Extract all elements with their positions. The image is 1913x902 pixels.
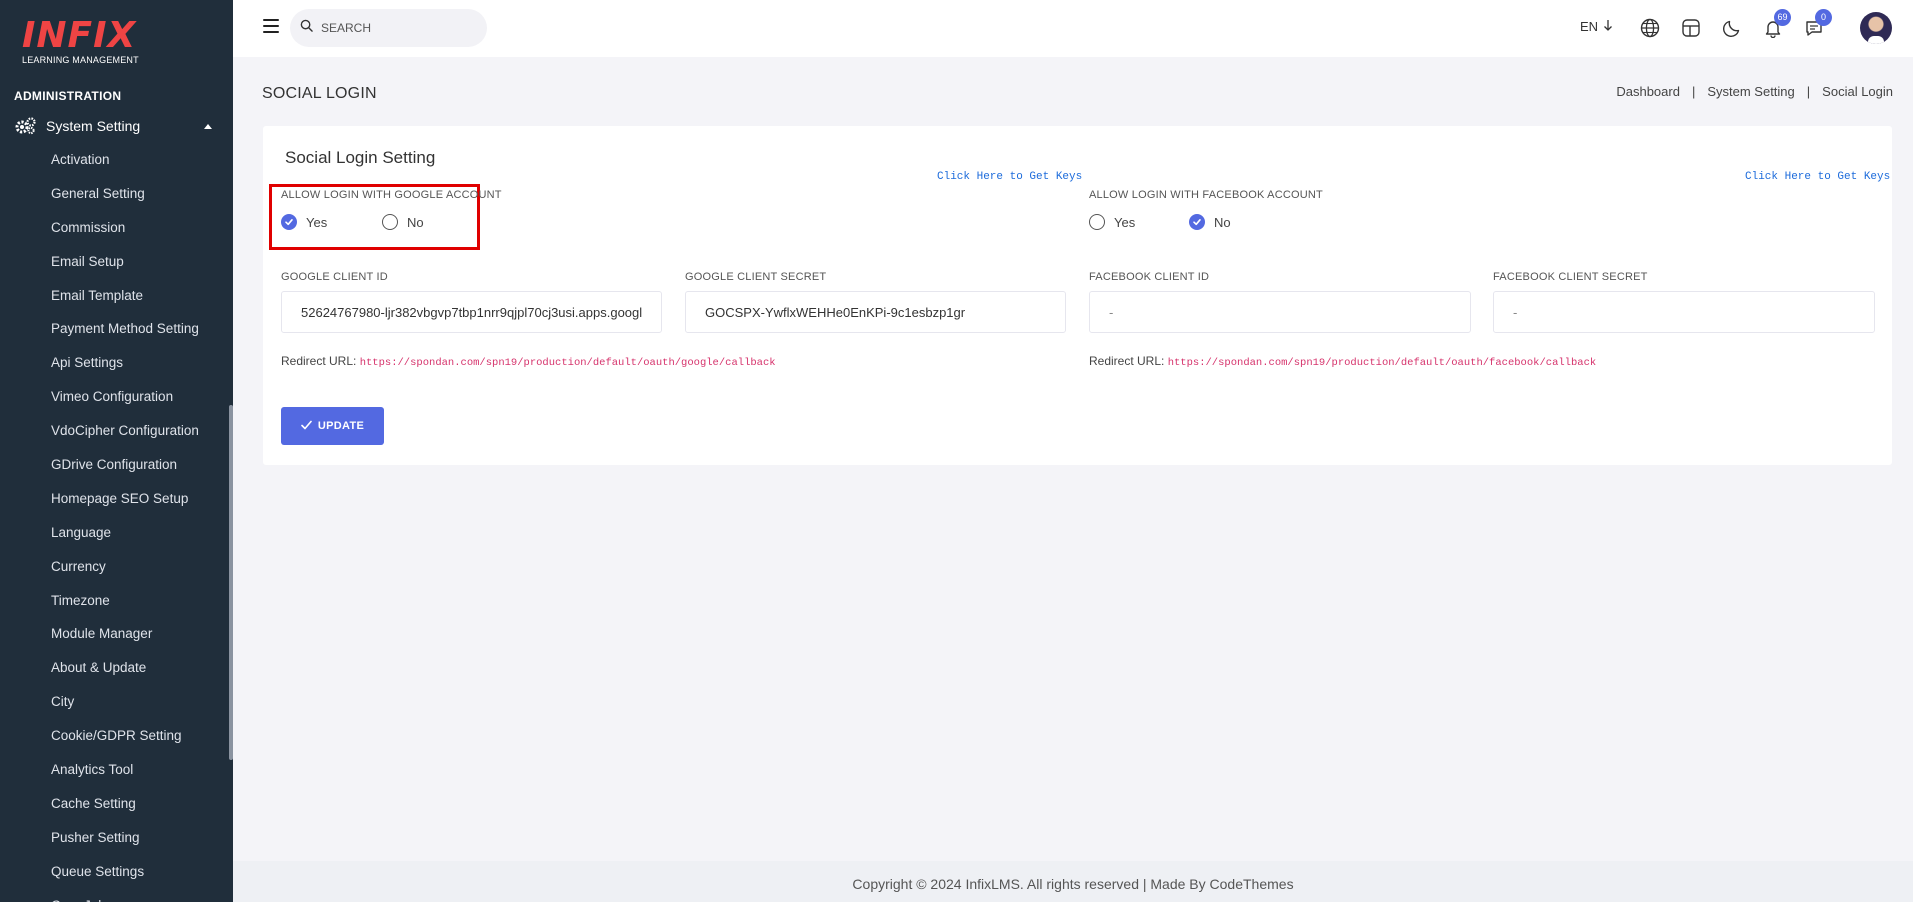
layout-icon[interactable] [1678,15,1704,41]
update-button[interactable]: UPDATE [281,407,384,445]
google-radio-yes[interactable]: Yes [281,214,327,230]
sidebar-item-cron-job[interactable]: Cron Job [51,894,199,902]
sidebar-item-vimeo-configuration[interactable]: Vimeo Configuration [51,385,199,419]
redirect-url-value: https://spondan.com/spn19/production/def… [359,357,776,369]
globe-icon[interactable] [1637,15,1663,41]
google-client-id-input[interactable] [301,304,642,320]
google-client-secret-input[interactable] [705,304,1046,320]
sidebar-item-analytics-tool[interactable]: Analytics Tool [51,758,199,792]
sidebar-group-label: System Setting [46,118,141,134]
radio-circle [1089,214,1105,230]
facebook-radio-no[interactable]: No [1189,214,1231,230]
radio-label: Yes [306,214,328,230]
card-title: Social Login Setting [285,148,436,167]
radio-label: No [407,214,424,230]
sidebar-item-commission[interactable]: Commission [51,216,199,250]
sidebar-item-timezone[interactable]: Timezone [51,589,199,623]
google-client-id-field[interactable] [281,291,662,333]
gears-icon [14,116,38,136]
sidebar: INFIX LEARNING MANAGEMENT ADMINISTRATION… [0,0,233,902]
facebook-allow-label: ALLOW LOGIN WITH FACEBOOK ACCOUNT [1089,189,1323,201]
redirect-label: Redirect URL: [281,354,357,368]
radio-label: No [1214,214,1231,230]
section-label-administration: ADMINISTRATION [14,89,122,103]
breadcrumb-separator: | [1806,84,1811,99]
footer: Copyright © 2024 InfixLMS. All rights re… [233,861,1913,902]
menu-toggle-icon[interactable] [263,19,279,33]
logo-text: INFIX [22,15,137,56]
search-icon [300,19,313,37]
message-count-badge: 0 [1815,9,1832,26]
top-bar: EN 69 0 [233,0,1913,57]
breadcrumb-separator: | [1691,84,1696,99]
google-client-id-label: GOOGLE CLIENT ID [281,271,388,283]
facebook-client-id-label: FACEBOOK CLIENT ID [1089,271,1210,283]
facebook-client-secret-input[interactable] [1513,304,1855,320]
check-icon [301,420,312,433]
facebook-client-secret-label: FACEBOOK CLIENT SECRET [1493,271,1648,283]
facebook-redirect-url: Redirect URL: https://spondan.com/spn19/… [1089,354,1596,369]
google-radio-no[interactable]: No [382,214,424,230]
logo-subtitle: LEARNING MANAGEMENT [22,55,139,65]
breadcrumb-system-setting[interactable]: System Setting [1707,84,1794,99]
sidebar-item-language[interactable]: Language [51,521,199,555]
redirect-url-value: https://spondan.com/spn19/production/def… [1167,357,1597,369]
radio-circle [382,214,398,230]
sidebar-item-email-template[interactable]: Email Template [51,284,199,318]
sidebar-item-api-settings[interactable]: Api Settings [51,351,199,385]
sidebar-item-queue-settings[interactable]: Queue Settings [51,860,199,894]
sidebar-item-payment-method-setting[interactable]: Payment Method Setting [51,317,199,351]
logo[interactable]: INFIX LEARNING MANAGEMENT [22,18,142,68]
redirect-label: Redirect URL: [1089,354,1165,368]
moon-icon[interactable] [1719,15,1745,41]
google-client-secret-label: GOOGLE CLIENT SECRET [685,271,827,283]
sidebar-item-activation[interactable]: Activation [51,148,199,182]
facebook-client-secret-field[interactable] [1493,291,1875,333]
sidebar-item-vdocipher-configuration[interactable]: VdoCipher Configuration [51,419,199,453]
sidebar-item-gdrive-configuration[interactable]: GDrive Configuration [51,453,199,487]
sidebar-item-currency[interactable]: Currency [51,555,199,589]
sidebar-item-about-update[interactable]: About & Update [51,656,199,690]
check-icon [281,214,297,230]
sidebar-item-general-setting[interactable]: General Setting [51,182,199,216]
page-title: SOCIAL LOGIN [262,85,377,102]
facebook-client-id-input[interactable] [1109,304,1451,320]
sidebar-item-cache-setting[interactable]: Cache Setting [51,792,199,826]
language-code: EN [1580,19,1599,34]
facebook-get-keys-link[interactable]: Click Here to Get Keys [1745,171,1890,183]
radio-label: Yes [1114,214,1136,230]
caret-up-icon [204,123,212,129]
google-client-secret-field[interactable] [685,291,1066,333]
notification-bell-icon[interactable]: 69 [1760,9,1791,41]
sidebar-item-cookie-gdpr-setting[interactable]: Cookie/GDPR Setting [51,724,199,758]
breadcrumb-dashboard[interactable]: Dashboard [1616,84,1680,99]
social-login-card: Social Login Setting Click Here to Get K… [263,126,1892,465]
notification-count-badge: 69 [1774,9,1791,26]
update-button-label: UPDATE [317,420,365,432]
search-box[interactable] [290,9,487,47]
sidebar-item-pusher-setting[interactable]: Pusher Setting [51,826,199,860]
language-selector[interactable]: EN [1580,19,1613,34]
sidebar-item-email-setup[interactable]: Email Setup [51,250,199,284]
sidebar-item-module-manager[interactable]: Module Manager [51,622,199,656]
sidebar-menu: Activation General Setting Commission Em… [51,148,199,902]
google-get-keys-link[interactable]: Click Here to Get Keys [937,171,1082,183]
breadcrumb: Dashboard | System Setting | Social Logi… [1616,84,1893,99]
facebook-client-id-field[interactable] [1089,291,1471,333]
sidebar-group-system-setting[interactable]: System Setting [14,116,214,136]
sidebar-scrollbar[interactable] [229,405,233,760]
breadcrumb-social-login: Social Login [1822,84,1893,99]
google-redirect-url: Redirect URL: https://spondan.com/spn19/… [281,354,776,369]
google-allow-label: ALLOW LOGIN WITH GOOGLE ACCOUNT [281,189,502,201]
sidebar-item-city[interactable]: City [51,690,199,724]
search-input[interactable] [321,21,471,35]
user-avatar[interactable] [1860,12,1892,44]
arrow-down-icon [1603,19,1613,34]
footer-copyright: Copyright © 2024 InfixLMS. All rights re… [852,876,1294,892]
check-icon [1189,214,1205,230]
chat-icon[interactable]: 0 [1801,9,1832,41]
sidebar-item-homepage-seo-setup[interactable]: Homepage SEO Setup [51,487,199,521]
facebook-radio-yes[interactable]: Yes [1089,214,1135,230]
